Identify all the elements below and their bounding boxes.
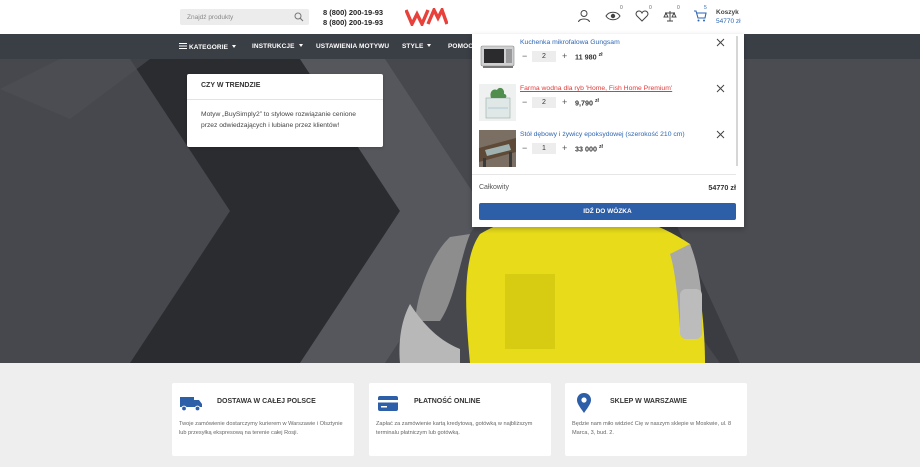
cart-item: Farma wodna dla ryb 'Home, Fish Home Pre… <box>472 80 736 126</box>
phones: 8 (800) 200-19-93 8 (800) 200-19-93 <box>323 8 383 28</box>
nav-label: INSTRUKCJE <box>252 43 295 50</box>
nav-item-style[interactable]: STYLE <box>402 43 432 50</box>
trend-card: CZY W TRENDZIE Motyw „BuySimply2” to sty… <box>187 74 383 147</box>
product-name-link[interactable]: Farma wodna dla ryb 'Home, Fish Home Pre… <box>520 85 672 92</box>
total-label: Całkowity <box>479 184 509 191</box>
hero-image <box>0 59 920 363</box>
feature-card-delivery: DOSTAWA W CAŁEJ POLSCE Twoje zamówienie … <box>172 383 354 456</box>
nav-label: STYLE <box>402 43 424 50</box>
map-pin-icon <box>577 393 591 413</box>
plus-button[interactable]: + <box>562 51 567 62</box>
minus-button[interactable]: − <box>522 51 527 62</box>
price-value: 9,790 <box>575 98 593 108</box>
feature-body: Twoje zamówienie dostarczymy kurierem w … <box>179 421 343 436</box>
feature-card-payment: PŁATNOŚĆ ONLINE Zapłać za zamówienie kar… <box>369 383 551 456</box>
nav-item-ustawienia[interactable]: USTAWIENIA MOTYWU <box>316 43 389 50</box>
phone-number[interactable]: 8 (800) 200-19-93 <box>323 18 383 28</box>
total-value: 54770 zł <box>708 183 736 192</box>
close-icon[interactable] <box>716 84 725 93</box>
feature-title: PŁATNOŚĆ ONLINE <box>414 398 481 405</box>
product-price: 33 000 zł <box>575 144 603 153</box>
cart-popup: Kuchenka mikrofalowa Gungsam − 2 + 11 98… <box>472 34 744 227</box>
chevron-down-icon <box>298 44 303 47</box>
chevron-down-icon <box>427 44 432 47</box>
compare-count: 0 <box>620 5 623 11</box>
logo[interactable] <box>405 8 448 26</box>
feature-body: Zapłać za zamówienie kartą kredytową, go… <box>376 421 533 436</box>
heart-icon[interactable] <box>635 9 649 23</box>
nav-label: POMOC <box>448 43 474 50</box>
search-input[interactable] <box>180 9 290 25</box>
phone-number[interactable]: 8 (800) 200-19-93 <box>323 8 383 18</box>
divider <box>187 99 383 100</box>
truck-icon <box>180 397 202 412</box>
quantity-value[interactable]: 2 <box>532 97 556 108</box>
nav-item-instrukcje[interactable]: INSTRUKCJE <box>252 43 303 50</box>
price-value: 11 980 <box>575 52 597 62</box>
price-value: 33 000 <box>575 144 597 154</box>
product-price: 9,790 zł <box>575 98 599 107</box>
feature-card-store: SKLEP W WARSZAWIE Będzie nam miło widzie… <box>565 383 747 456</box>
eye-icon[interactable] <box>605 9 621 23</box>
feature-title: DOSTAWA W CAŁEJ POLSCE <box>217 398 316 405</box>
cart-count: 5 <box>704 5 707 11</box>
minus-button[interactable]: − <box>522 97 527 108</box>
feature-title: SKLEP W WARSZAWIE <box>610 398 687 405</box>
trend-body: Motyw „BuySimply2” to stylowe rozwiązani… <box>201 111 356 129</box>
search-box <box>180 9 309 25</box>
product-price: 11 980 zł <box>575 52 602 61</box>
wishlist-count: 0 <box>649 5 652 11</box>
credit-card-icon <box>378 396 398 411</box>
close-icon[interactable] <box>716 130 725 139</box>
nav-label: KATEGORIE <box>189 44 229 51</box>
hero-banner[interactable] <box>0 59 920 363</box>
cart-icon[interactable] <box>693 9 707 23</box>
scales-icon[interactable] <box>663 9 677 23</box>
cart-item: Stół dębowy i żywicy epoksydowej (szerok… <box>472 126 736 172</box>
cart-label: Koszyk <box>716 9 739 16</box>
quantity-value[interactable]: 2 <box>532 51 556 62</box>
scrollbar[interactable] <box>736 36 738 166</box>
close-icon[interactable] <box>716 38 725 47</box>
product-name-link[interactable]: Stół dębowy i żywicy epoksydowej (szerok… <box>520 131 685 138</box>
product-thumbnail[interactable] <box>479 130 516 167</box>
product-name-link[interactable]: Kuchenka mikrofalowa Gungsam <box>520 39 620 46</box>
divider <box>472 174 736 175</box>
nav-item-pomoc[interactable]: POMOC <box>448 43 473 50</box>
currency: zł <box>598 52 603 58</box>
product-thumbnail[interactable] <box>479 84 516 121</box>
product-thumbnail[interactable] <box>479 38 516 75</box>
scales-count: 0 <box>677 5 680 11</box>
go-to-cart-button[interactable]: IDŹ DO WÓZKA <box>479 203 736 220</box>
cart-amount: 54770 zł <box>716 18 741 25</box>
chevron-down-icon <box>232 45 237 48</box>
plus-button[interactable]: + <box>562 143 567 154</box>
currency: zł <box>595 98 599 104</box>
menu-icon <box>179 43 187 49</box>
nav-label: USTAWIENIA MOTYWU <box>316 43 390 50</box>
minus-button[interactable]: − <box>522 143 527 154</box>
quantity-value[interactable]: 1 <box>532 143 556 154</box>
user-icon[interactable] <box>577 9 591 23</box>
plus-button[interactable]: + <box>562 97 567 108</box>
cart-item: Kuchenka mikrofalowa Gungsam − 2 + 11 98… <box>472 34 736 80</box>
main-nav: KATEGORIE INSTRUKCJE USTAWIENIA MOTYWU S… <box>0 34 920 59</box>
cart-summary[interactable]: Koszyk 54770 zł <box>716 8 741 26</box>
nav-item-kategorie[interactable]: KATEGORIE <box>179 43 237 51</box>
feature-body: Będzie nam miło widzieć Cię w naszym skl… <box>572 421 732 436</box>
trend-title: CZY W TRENDZIE <box>201 82 261 89</box>
search-icon[interactable] <box>294 12 304 22</box>
currency: zł <box>598 144 603 150</box>
header: 8 (800) 200-19-93 8 (800) 200-19-93 0 0 … <box>0 0 920 34</box>
